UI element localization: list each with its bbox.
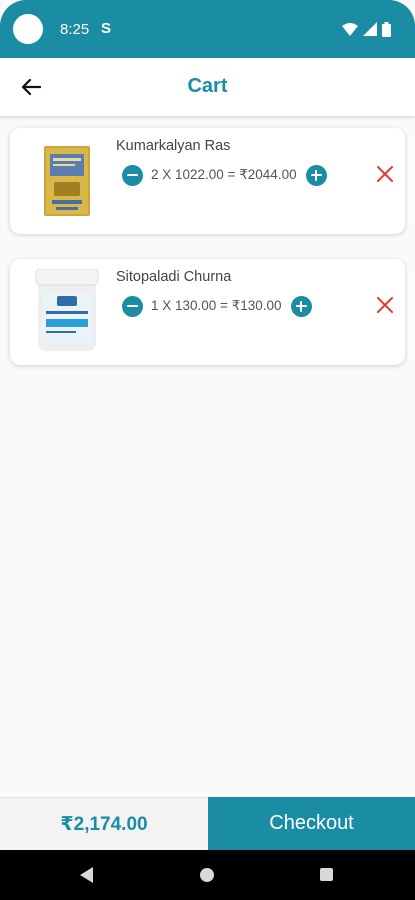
nav-recents-icon[interactable] [320,868,333,881]
status-avatar-dot [13,14,43,44]
status-icons [342,21,391,37]
page-title: Cart [187,75,228,97]
decrease-quantity-button[interactable] [122,295,143,317]
product-name: Kumarkalyan Ras [116,138,231,154]
quantity-row: 1 X 130.00 = ₹130.00 [122,295,312,317]
wifi-icon [342,22,358,36]
nav-home-icon[interactable] [200,868,214,882]
product-image [24,138,110,224]
app-bar: Cart [0,58,415,116]
close-icon [377,166,393,182]
cart-total: ₹2,174.00 [0,797,208,850]
cart-item: Kumarkalyan Ras 2 X 1022.00 = ₹2044.00 [10,128,405,234]
signal-icon [363,22,377,36]
status-app-indicator: S [101,20,112,37]
quantity-price-text: 2 X 1022.00 = ₹2044.00 [151,167,297,182]
decrease-quantity-button[interactable] [122,164,143,186]
status-time: 8:25 [60,21,90,38]
minus-icon [127,174,138,177]
increase-quantity-button[interactable] [305,164,327,186]
checkout-button[interactable]: Checkout [208,797,415,850]
close-icon [377,297,393,313]
bottom-bar: ₹2,174.00 Checkout [0,797,415,850]
product-name: Sitopaladi Churna [116,269,232,285]
quantity-row: 2 X 1022.00 = ₹2044.00 [122,164,327,186]
minus-icon [127,305,138,308]
battery-icon [382,21,391,37]
nav-back-icon[interactable] [80,867,93,883]
cart-item: Sitopaladi Churna 1 X 130.00 = ₹130.00 [10,259,405,365]
remove-item-button[interactable] [375,295,395,315]
quantity-price-text: 1 X 130.00 = ₹130.00 [151,298,282,313]
cart-list: Kumarkalyan Ras 2 X 1022.00 = ₹2044.00 S… [10,128,405,390]
increase-quantity-button[interactable] [290,295,312,317]
system-nav-bar [0,850,415,900]
product-image [24,268,110,355]
remove-item-button[interactable] [375,164,395,184]
product-box-icon [44,146,90,216]
product-jar-icon [35,268,99,351]
status-bar: 8:25 S [0,0,415,58]
